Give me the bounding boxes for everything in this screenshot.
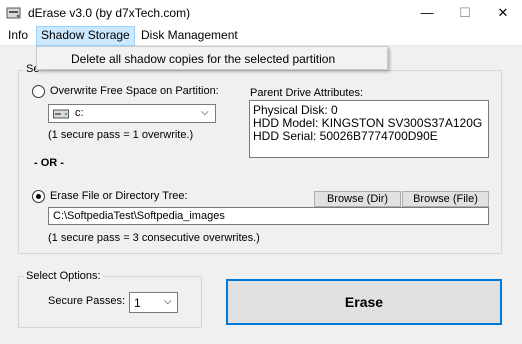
menu-shadow-storage[interactable]: Shadow Storage	[36, 26, 135, 46]
erase-button[interactable]: Erase	[226, 279, 502, 325]
drive-icon	[53, 109, 69, 122]
app-icon	[6, 6, 22, 20]
close-button[interactable]: ✕	[484, 0, 522, 26]
minimize-button[interactable]: —	[408, 0, 446, 26]
radio-selected-dot	[36, 194, 41, 199]
chevron-down-icon: ⌵	[201, 107, 209, 118]
free-space-note: (1 secure pass = 1 overwrite.)	[48, 129, 194, 141]
maximize-button[interactable]: ☐	[446, 0, 484, 26]
path-field[interactable]: C:\SoftpediaTest\Softpedia_images	[48, 207, 489, 225]
partition-value: c:	[75, 107, 84, 119]
secure-passes-value: 1	[134, 296, 141, 310]
parent-drive-attributes: Physical Disk: 0 HDD Model: KINGSTON SV3…	[249, 100, 489, 158]
menu-info[interactable]: Info	[4, 26, 32, 46]
menu-delete-shadow-copies[interactable]: Delete all shadow copies for the selecte…	[71, 52, 335, 66]
select-options-label: Select Options:	[24, 270, 103, 282]
free-space-label: Overwrite Free Space on Partition:	[50, 85, 219, 97]
window-title: dErase v3.0 (by d7xTech.com)	[28, 6, 191, 20]
shadow-storage-dropdown: Delete all shadow copies for the selecte…	[36, 46, 388, 70]
secure-passes-label: Secure Passes:	[48, 295, 126, 307]
parent-drive-label: Parent Drive Attributes:	[250, 87, 364, 99]
chevron-down-icon: ⌵	[164, 296, 172, 307]
menu-disk-management[interactable]: Disk Management	[137, 26, 242, 46]
title-bar: dErase v3.0 (by d7xTech.com) — ☐ ✕	[0, 0, 522, 26]
file-tree-radio[interactable]	[32, 190, 45, 203]
partition-select[interactable]: c: ⌵	[48, 104, 216, 123]
browse-file-button[interactable]: Browse (File)	[402, 191, 489, 207]
file-tree-note: (1 secure pass = 3 consecutive overwrite…	[48, 232, 260, 244]
or-separator: - OR -	[34, 157, 64, 169]
menu-bar: Info Shadow Storage Disk Management	[0, 26, 522, 46]
file-tree-label: Erase File or Directory Tree:	[50, 190, 188, 202]
free-space-radio[interactable]	[32, 85, 45, 98]
hdd-serial-line: HDD Serial: 50026B7774700D90E	[253, 129, 438, 143]
browse-dir-button[interactable]: Browse (Dir)	[314, 191, 401, 207]
secure-passes-select[interactable]: 1 ⌵	[129, 292, 178, 313]
